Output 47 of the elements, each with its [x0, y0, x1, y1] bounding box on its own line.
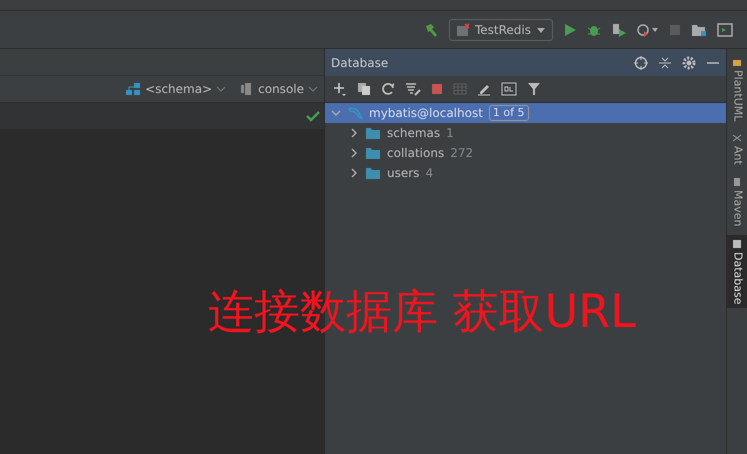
- item-count: 1: [446, 125, 454, 142]
- project-structure-icon[interactable]: [691, 22, 707, 36]
- profiler-icon[interactable]: [637, 22, 659, 36]
- schema-dropdown[interactable]: <schema>: [125, 80, 226, 98]
- filter-icon[interactable]: [527, 82, 541, 96]
- side-tab[interactable]: Ant: [727, 129, 747, 170]
- crosshair-icon[interactable]: [634, 56, 648, 70]
- chevron-icon: [308, 85, 318, 93]
- checkmark-icon: [306, 110, 320, 122]
- schema-icon: [125, 82, 142, 96]
- side-tab[interactable]: Database: [727, 234, 747, 308]
- tool-window-icon: [732, 238, 742, 249]
- settings-icon[interactable]: [682, 56, 696, 70]
- run-icon[interactable]: [563, 22, 577, 36]
- folder-icon: [365, 166, 381, 180]
- refresh-icon[interactable]: [381, 82, 395, 96]
- item-count: 272: [450, 145, 474, 162]
- folder-icon: [365, 126, 381, 140]
- side-tab[interactable]: Maven: [727, 173, 747, 231]
- tree-row[interactable]: collations 272: [325, 143, 726, 163]
- pencil-icon[interactable]: [477, 82, 491, 96]
- node-label: collations: [387, 145, 444, 162]
- tree-row[interactable]: schemas 1: [325, 123, 726, 143]
- tree-row[interactable]: users 4: [325, 163, 726, 183]
- node-label: users: [387, 165, 420, 182]
- collapse-icon[interactable]: [658, 56, 672, 70]
- tree-row[interactable]: mybatis@localhost 1 of 5: [325, 103, 726, 123]
- copy-icon[interactable]: [357, 82, 371, 96]
- node-label: schemas: [387, 125, 440, 142]
- tool-window-icon: [732, 133, 742, 144]
- item-count: 4: [425, 165, 434, 182]
- annotation-text: 连接数据库 获取URL: [208, 284, 636, 340]
- run-configuration-dropdown[interactable]: TestRedis: [448, 18, 553, 40]
- stop-icon[interactable]: [431, 83, 443, 95]
- chevron-icon: [216, 85, 226, 93]
- tool-window-icon: [732, 57, 742, 67]
- window-icon: [456, 22, 470, 36]
- count-badge: 1 of 5: [488, 105, 529, 121]
- side-tab[interactable]: PlantUML: [727, 53, 747, 126]
- add-icon[interactable]: [333, 82, 347, 96]
- panel-title: Database: [331, 54, 388, 72]
- terminal-window-icon[interactable]: [717, 22, 733, 36]
- node-label: mybatis@localhost: [369, 105, 483, 122]
- folder-icon: [365, 146, 381, 160]
- tool-window-icon: [732, 177, 742, 188]
- query-console-icon[interactable]: [501, 82, 517, 96]
- console-dropdown[interactable]: console: [240, 80, 318, 98]
